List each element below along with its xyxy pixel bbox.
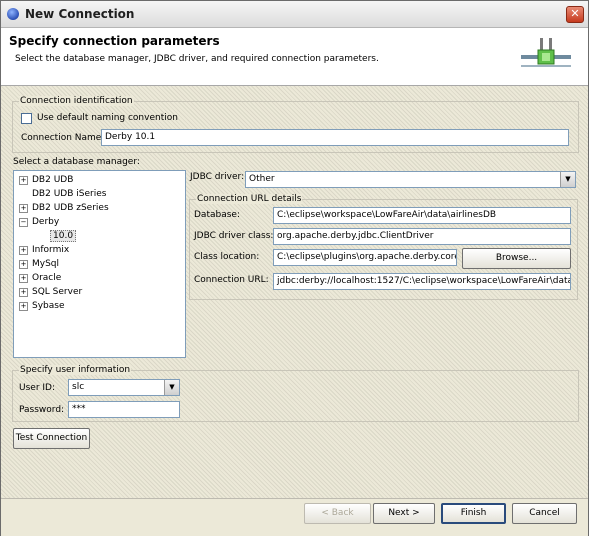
user-id-label: User ID:	[19, 383, 55, 393]
finish-button[interactable]: Finish	[441, 503, 506, 524]
test-connection-button[interactable]: Test Connection	[13, 428, 90, 449]
tree-item[interactable]: + Oracle	[14, 272, 184, 285]
close-icon: ✕	[570, 7, 580, 20]
user-information-legend: Specify user information	[19, 365, 132, 375]
use-default-naming-label: Use default naming convention	[37, 113, 178, 123]
driver-class-field[interactable]: org.apache.derby.jdbc.ClientDriver	[273, 228, 571, 245]
database-connection-icon	[521, 38, 571, 67]
chevron-down-icon[interactable]: ▼	[560, 172, 575, 187]
driver-class-label: JDBC driver class:	[194, 231, 274, 241]
browse-button[interactable]: Browse...	[462, 248, 571, 269]
password-label: Password:	[19, 405, 65, 415]
db-manager-tree[interactable]: + DB2 UDB DB2 UDB iSeries + DB2 UDB zSeries −…	[13, 170, 186, 358]
close-button[interactable]: ✕	[566, 6, 584, 23]
title-bar: New Connection ✕	[1, 1, 588, 28]
tree-item-label: DB2 UDB iSeries	[32, 189, 107, 199]
use-default-naming-checkbox[interactable]	[21, 113, 32, 124]
database-field[interactable]: C:\eclipse\workspace\LowFareAir\data\air…	[273, 207, 571, 224]
page-description: Select the database manager, JDBC driver…	[15, 54, 379, 64]
password-field[interactable]: ***	[68, 401, 180, 418]
jdbc-driver-value: Other	[249, 174, 275, 184]
new-connection-dialog: New Connection ✕ Specify connection para…	[0, 0, 589, 536]
tree-item-label: Oracle	[32, 273, 62, 283]
tree-item-label: 10.0	[50, 230, 77, 242]
tree-item[interactable]: − Derby	[14, 216, 184, 229]
collapse-icon[interactable]: −	[19, 218, 28, 227]
expand-icon[interactable]: +	[19, 176, 28, 185]
tree-item[interactable]: + DB2 UDB	[14, 174, 184, 187]
tree-item[interactable]: + DB2 UDB zSeries	[14, 202, 184, 215]
user-id-combo[interactable]: slc ▼	[68, 379, 180, 396]
tree-item-label: DB2 UDB	[32, 175, 74, 185]
window-title: New Connection	[25, 7, 135, 21]
connection-name-field[interactable]: Derby 10.1	[101, 129, 569, 146]
db-manager-label: Select a database manager:	[13, 157, 140, 167]
cancel-button[interactable]: Cancel	[512, 503, 577, 524]
user-id-value: slc	[72, 382, 85, 392]
connection-url-field[interactable]: jdbc:derby://localhost:1527/C:\eclipse\w…	[273, 273, 571, 290]
tree-item-label: Informix	[32, 245, 70, 255]
expand-icon[interactable]: +	[19, 260, 28, 269]
connection-name-label: Connection Name:	[21, 133, 105, 143]
tree-item[interactable]: + SQL Server	[14, 286, 184, 299]
expand-icon[interactable]: +	[19, 246, 28, 255]
connection-url-label: Connection URL:	[194, 275, 269, 285]
database-label: Database:	[194, 210, 240, 220]
eclipse-icon	[7, 8, 19, 20]
connection-url-details-legend: Connection URL details	[196, 194, 303, 204]
expand-icon[interactable]: +	[19, 288, 28, 297]
tree-item-label: MySql	[32, 259, 60, 269]
tree-item-label: Sybase	[32, 301, 65, 311]
tree-item-label: DB2 UDB zSeries	[32, 203, 109, 213]
tree-item[interactable]: + MySql	[14, 258, 184, 271]
class-location-label: Class location:	[194, 252, 260, 262]
page-title: Specify connection parameters	[9, 34, 220, 48]
tree-item[interactable]: + Informix	[14, 244, 184, 257]
connection-identification-legend: Connection identification	[19, 96, 134, 106]
tree-item[interactable]: + Sybase	[14, 300, 184, 313]
tree-item[interactable]: DB2 UDB iSeries	[14, 188, 184, 201]
jdbc-driver-select[interactable]: Other ▼	[245, 171, 576, 188]
back-button[interactable]: < Back	[304, 503, 371, 524]
tree-item[interactable]: 10.0	[14, 230, 184, 243]
chevron-down-icon[interactable]: ▼	[164, 380, 179, 395]
tree-item-label: SQL Server	[32, 287, 83, 297]
jdbc-driver-label: JDBC driver:	[190, 172, 245, 182]
class-location-field[interactable]: C:\eclipse\plugins\org.apache.derby.core…	[273, 249, 457, 266]
expand-icon[interactable]: +	[19, 204, 28, 213]
next-button[interactable]: Next >	[373, 503, 435, 524]
expand-icon[interactable]: +	[19, 274, 28, 283]
wizard-header: Specify connection parameters Select the…	[1, 28, 588, 86]
tree-item-label: Derby	[32, 217, 60, 227]
expand-icon[interactable]: +	[19, 302, 28, 311]
